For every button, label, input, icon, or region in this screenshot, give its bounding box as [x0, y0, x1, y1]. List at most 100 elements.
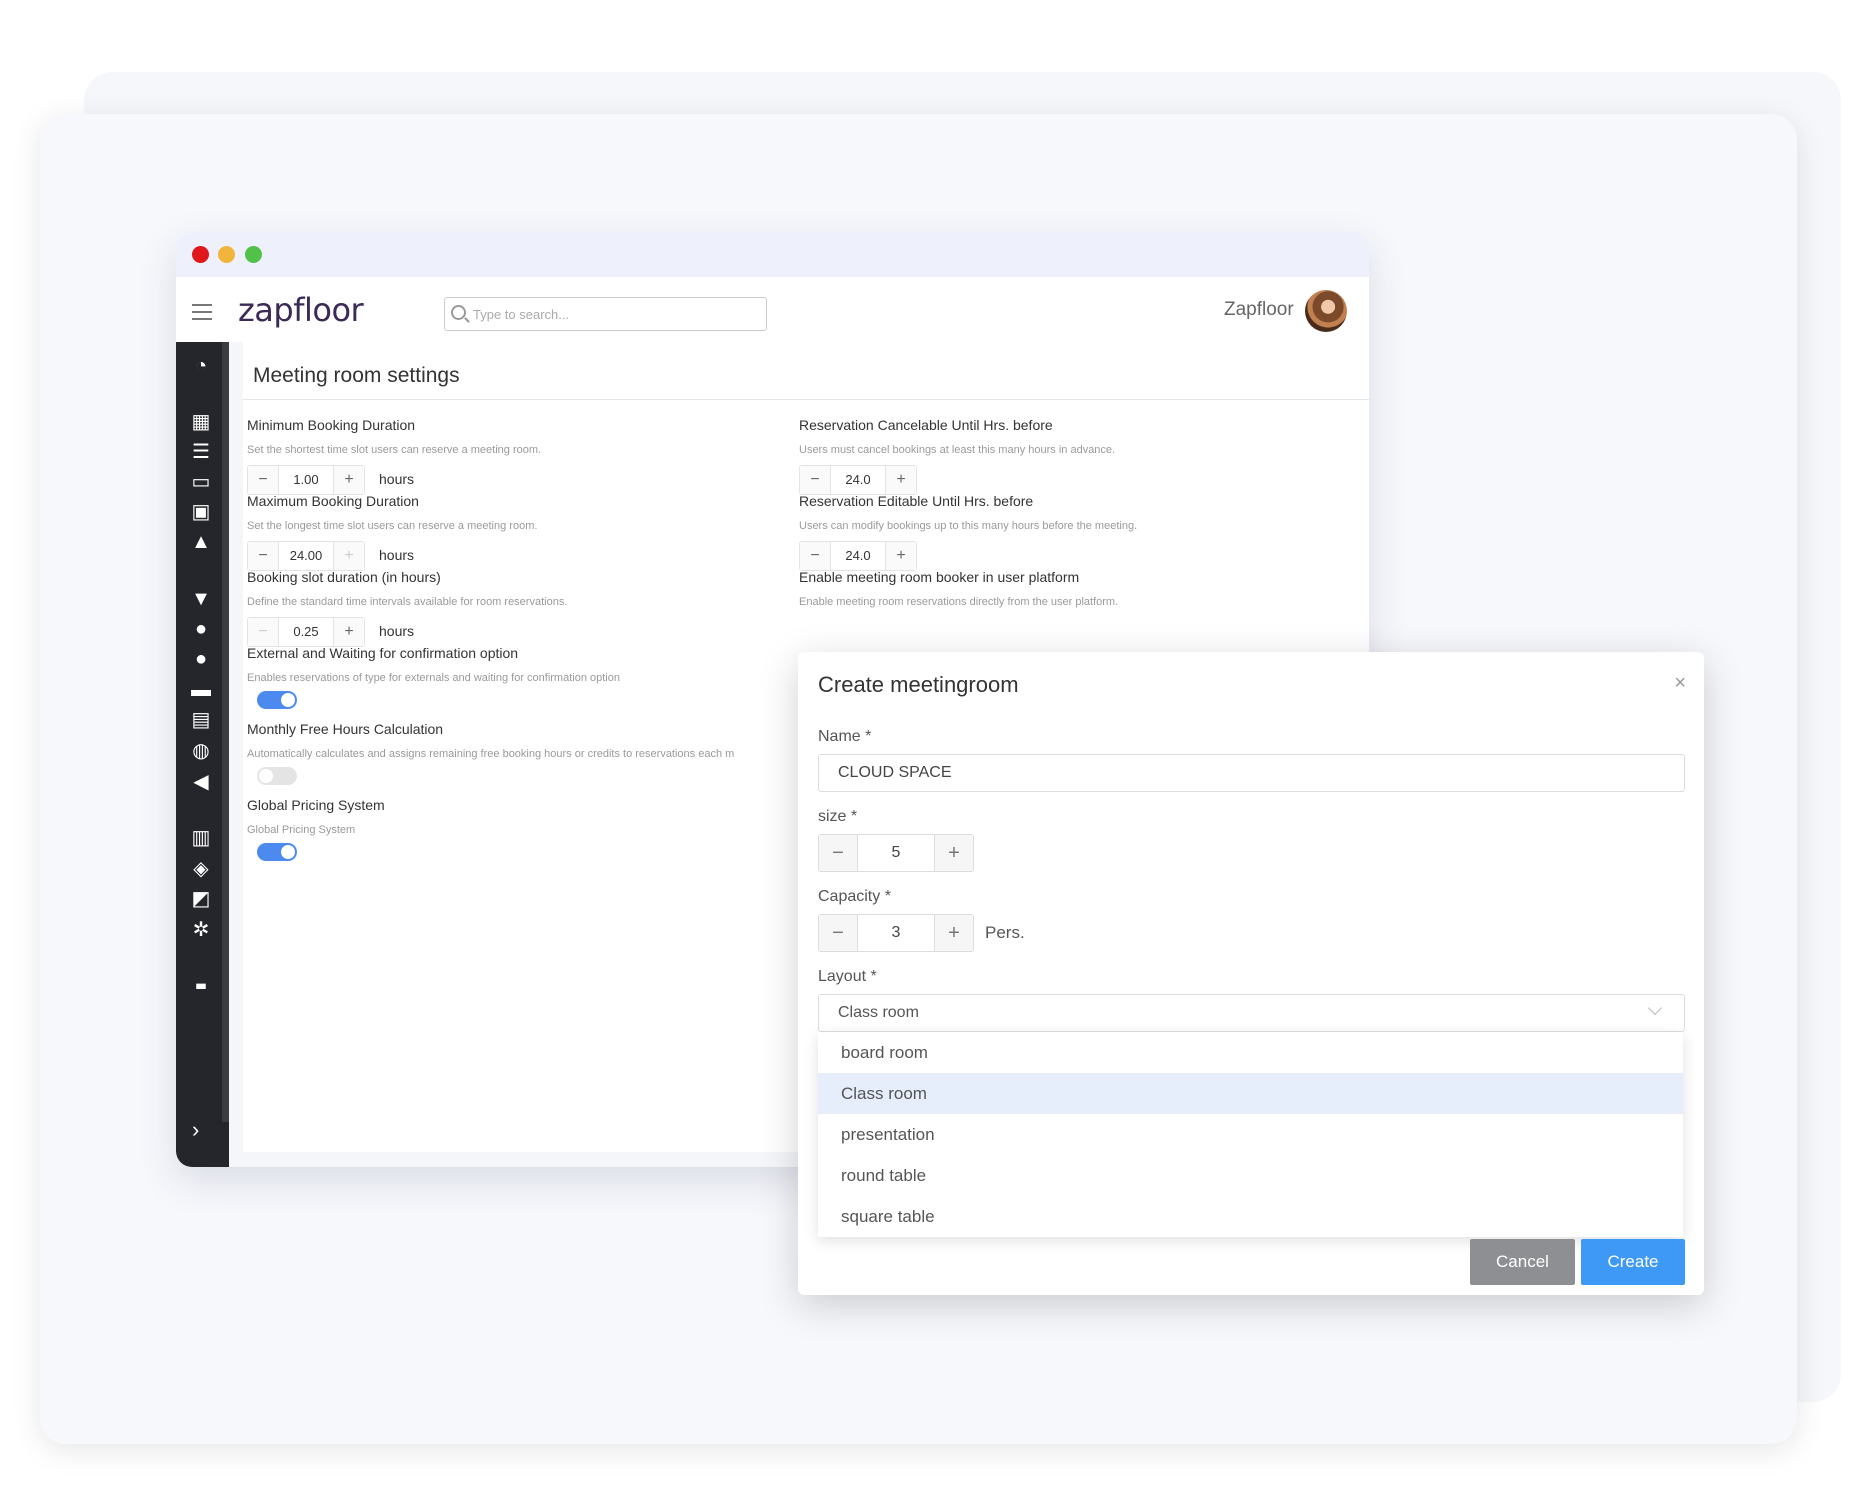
increment-button[interactable]: + — [886, 542, 916, 570]
desktop-icon[interactable]: ▭ — [189, 470, 213, 494]
layout-select[interactable]: Class room — [818, 994, 1685, 1032]
decrement-button[interactable]: − — [248, 542, 278, 570]
building-icon[interactable]: ▥ — [189, 826, 213, 850]
wallet-icon[interactable]: ▬ — [189, 678, 213, 702]
contact-icon[interactable]: ▣ — [189, 500, 213, 524]
page-title: Meeting room settings — [253, 364, 460, 387]
search-icon — [451, 305, 466, 320]
layout-label: Layout * — [818, 968, 877, 985]
maximize-window-button[interactable] — [245, 246, 262, 263]
stepper-value[interactable]: 1.00 — [278, 466, 334, 494]
setting-description: Set the shortest time slot users can res… — [247, 444, 542, 456]
decrement-button[interactable]: − — [248, 466, 278, 494]
increment-button[interactable]: + — [886, 466, 916, 494]
capacity-value[interactable]: 3 — [857, 915, 935, 951]
decrement-button[interactable]: − — [819, 835, 857, 871]
cancel-button[interactable]: Cancel — [1470, 1239, 1575, 1285]
max-booking-stepper[interactable]: − 24.00 + — [247, 541, 365, 571]
layout-option[interactable]: square table — [818, 1196, 1683, 1237]
capacity-label: Capacity * — [818, 888, 891, 905]
stepper-value[interactable]: 24.00 — [278, 542, 334, 570]
users-icon[interactable]: ● — [189, 617, 213, 641]
setting-label: Global Pricing System — [247, 797, 385, 813]
setting-description: Set the longest time slot users can rese… — [247, 520, 538, 532]
global-pricing-setting: Global Pricing System Global Pricing Sys… — [247, 797, 767, 861]
app-logo[interactable]: zapfloor — [238, 291, 364, 329]
user-name[interactable]: Zapfloor — [1224, 299, 1294, 321]
tray-icon[interactable]: ▃ — [189, 970, 213, 994]
name-field[interactable]: CLOUD SPACE — [818, 754, 1685, 792]
list-icon[interactable]: ☰ — [189, 440, 213, 464]
booking-slot-duration-setting: Booking slot duration (in hours) Define … — [247, 569, 767, 647]
chevron-right-icon[interactable]: › — [192, 1117, 199, 1143]
increment-button[interactable]: + — [334, 542, 364, 570]
chevron-down-icon — [1647, 1000, 1663, 1016]
external-waiting-toggle[interactable] — [257, 691, 297, 709]
stepper-value[interactable]: 0.25 — [278, 618, 334, 646]
layout-dropdown: board room Class room presentation round… — [818, 1032, 1683, 1237]
unit-label: hours — [379, 547, 415, 563]
cancelable-stepper[interactable]: − 24.0 + — [799, 465, 917, 495]
enable-booker-setting: Enable meeting room booker in user platf… — [799, 569, 1319, 608]
cancelable-until-setting: Reservation Cancelable Until Hrs. before… — [799, 417, 1319, 495]
chart-icon[interactable]: ◩ — [189, 887, 213, 911]
gears-icon[interactable]: ✲ — [189, 918, 213, 942]
close-window-button[interactable] — [192, 246, 209, 263]
filter-icon[interactable]: ▼ — [189, 587, 213, 611]
create-meetingroom-modal: Create meetingroom × Name * CLOUD SPACE … — [798, 652, 1704, 1295]
calendar-icon[interactable]: ▦ — [189, 410, 213, 434]
setting-label: Reservation Cancelable Until Hrs. before — [799, 417, 1053, 433]
layout-selected-value: Class room — [838, 1004, 919, 1021]
setting-label: Minimum Booking Duration — [247, 417, 416, 433]
min-booking-stepper[interactable]: − 1.00 + — [247, 465, 365, 495]
setting-description: Automatically calculates and assigns rem… — [247, 748, 735, 760]
dashboard-icon[interactable]: ◔ — [189, 354, 213, 378]
card-icon[interactable]: ▤ — [189, 708, 213, 732]
setting-label: External and Waiting for confirmation op… — [247, 645, 519, 661]
max-booking-duration-setting: Maximum Booking Duration Set the longest… — [247, 493, 767, 571]
avatar[interactable] — [1305, 290, 1347, 332]
editable-stepper[interactable]: − 24.0 + — [799, 541, 917, 571]
minimize-window-button[interactable] — [218, 246, 235, 263]
search-input[interactable]: Type to search... — [444, 297, 767, 331]
stepper-value[interactable]: 24.0 — [830, 466, 886, 494]
setting-label: Booking slot duration (in hours) — [247, 569, 441, 585]
megaphone-icon[interactable]: ◀ — [189, 770, 213, 794]
increment-button[interactable]: + — [935, 915, 973, 951]
size-value[interactable]: 5 — [857, 835, 935, 871]
monthly-free-hours-toggle[interactable] — [257, 767, 297, 785]
cubes-icon[interactable]: ◈ — [189, 857, 213, 881]
setting-description: Define the standard time intervals avail… — [247, 596, 568, 608]
layout-option[interactable]: presentation — [818, 1114, 1683, 1155]
menu-icon[interactable] — [192, 304, 212, 325]
decrement-button[interactable]: − — [248, 618, 278, 646]
close-icon[interactable]: × — [1674, 672, 1686, 695]
setting-label: Enable meeting room booker in user platf… — [799, 569, 1080, 585]
layout-option[interactable]: board room — [818, 1032, 1683, 1073]
unit-label: hours — [379, 471, 415, 487]
user-icon[interactable]: ● — [189, 647, 213, 671]
increment-button[interactable]: + — [334, 466, 364, 494]
layout-option[interactable]: round table — [818, 1155, 1683, 1196]
stepper-value[interactable]: 24.0 — [830, 542, 886, 570]
capacity-stepper[interactable]: − 3 + — [818, 914, 974, 952]
create-button[interactable]: Create — [1581, 1239, 1685, 1285]
decrement-button[interactable]: − — [800, 542, 830, 570]
setting-label: Reservation Editable Until Hrs. before — [799, 493, 1034, 509]
decrement-button[interactable]: − — [819, 915, 857, 951]
modal-title: Create meetingroom — [818, 672, 1019, 697]
slot-duration-stepper[interactable]: − 0.25 + — [247, 617, 365, 647]
unit-label: hours — [379, 623, 415, 639]
increment-button[interactable]: + — [334, 618, 364, 646]
size-stepper[interactable]: − 5 + — [818, 834, 974, 872]
sidebar-scrollbar[interactable] — [222, 342, 229, 1122]
capacity-unit: Pers. — [985, 923, 1025, 942]
global-pricing-toggle[interactable] — [257, 843, 297, 861]
layout-option[interactable]: Class room — [818, 1073, 1683, 1114]
sidebar: ◔ ▦ ☰ ▭ ▣ ▲ ▼ ● ● ▬ ▤ ◍ ◀ ▥ ◈ ◩ ✲ ▃ › — [176, 342, 229, 1167]
warning-icon[interactable]: ▲ — [189, 530, 213, 554]
decrement-button[interactable]: − — [800, 466, 830, 494]
window-titlebar — [176, 232, 1369, 277]
globe-icon[interactable]: ◍ — [189, 739, 213, 763]
increment-button[interactable]: + — [935, 835, 973, 871]
